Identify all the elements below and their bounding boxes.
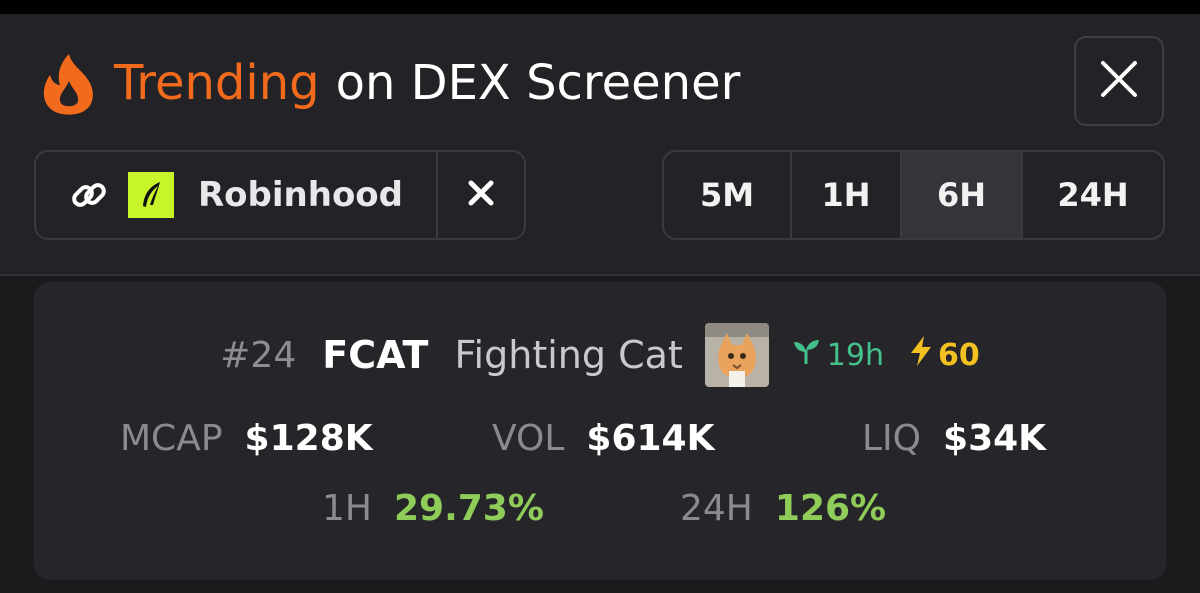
mcap-label: MCAP <box>120 417 223 459</box>
close-button[interactable] <box>1074 36 1164 126</box>
chain-filter-chip: Robinhood <box>34 150 526 240</box>
fire-icon <box>38 51 100 115</box>
timeframe-6h-button[interactable]: 6H <box>902 152 1023 238</box>
token-avatar <box>704 323 769 387</box>
timeframe-24h-button[interactable]: 24H <box>1023 152 1163 238</box>
token-card[interactable]: #24 FCAT Fighting Cat 19h 60 MCAP $128K … <box>34 282 1166 580</box>
timeframe-5m-button[interactable]: 5M <box>664 152 792 238</box>
remove-filter-button[interactable] <box>438 152 524 238</box>
mcap-stat: MCAP $128K <box>120 410 373 466</box>
token-symbol: FCAT <box>322 333 429 377</box>
change-24h: 24H 126% <box>680 480 886 536</box>
link-icon[interactable] <box>70 176 108 214</box>
volume-label: VOL <box>492 417 565 459</box>
volume-stat: VOL $614K <box>492 410 714 466</box>
token-boosts-value: 60 <box>937 337 980 373</box>
seedling-icon <box>791 336 827 374</box>
liquidity-value: $34K <box>943 417 1047 459</box>
token-boosts: 60 <box>908 335 980 375</box>
dialog-title: Trending on DEX Screener <box>38 48 740 118</box>
title-text: on DEX Screener <box>335 55 741 111</box>
change-1h-label: 1H <box>322 487 372 529</box>
volume-value: $614K <box>586 417 715 459</box>
token-name: Fighting Cat <box>454 333 683 377</box>
mcap-value: $128K <box>244 417 373 459</box>
liquidity-stat: LIQ $34K <box>862 410 1046 466</box>
liquidity-label: LIQ <box>862 417 922 459</box>
change-1h: 1H 29.73% <box>322 480 544 536</box>
token-header-row: #24 FCAT Fighting Cat 19h 60 <box>34 322 1166 388</box>
remove-icon <box>467 179 495 211</box>
close-icon <box>1099 59 1139 103</box>
token-age-value: 19h <box>826 337 884 373</box>
robinhood-logo-icon <box>128 172 174 218</box>
token-rank: #24 <box>220 334 297 376</box>
lightning-icon <box>908 335 938 375</box>
title-accent-text: Trending <box>114 55 320 111</box>
top-strip <box>0 0 1200 14</box>
change-24h-value: 126% <box>774 487 887 529</box>
chain-filter-label[interactable]: Robinhood <box>198 175 428 215</box>
timeframe-1h-button[interactable]: 1H <box>792 152 902 238</box>
dialog-header: Trending on DEX Screener Robinhood 5M 1H… <box>0 14 1200 276</box>
change-1h-value: 29.73% <box>393 487 544 529</box>
token-age: 19h <box>791 336 884 374</box>
change-24h-label: 24H <box>680 487 753 529</box>
timeframe-selector: 5M 1H 6H 24H <box>662 150 1165 240</box>
